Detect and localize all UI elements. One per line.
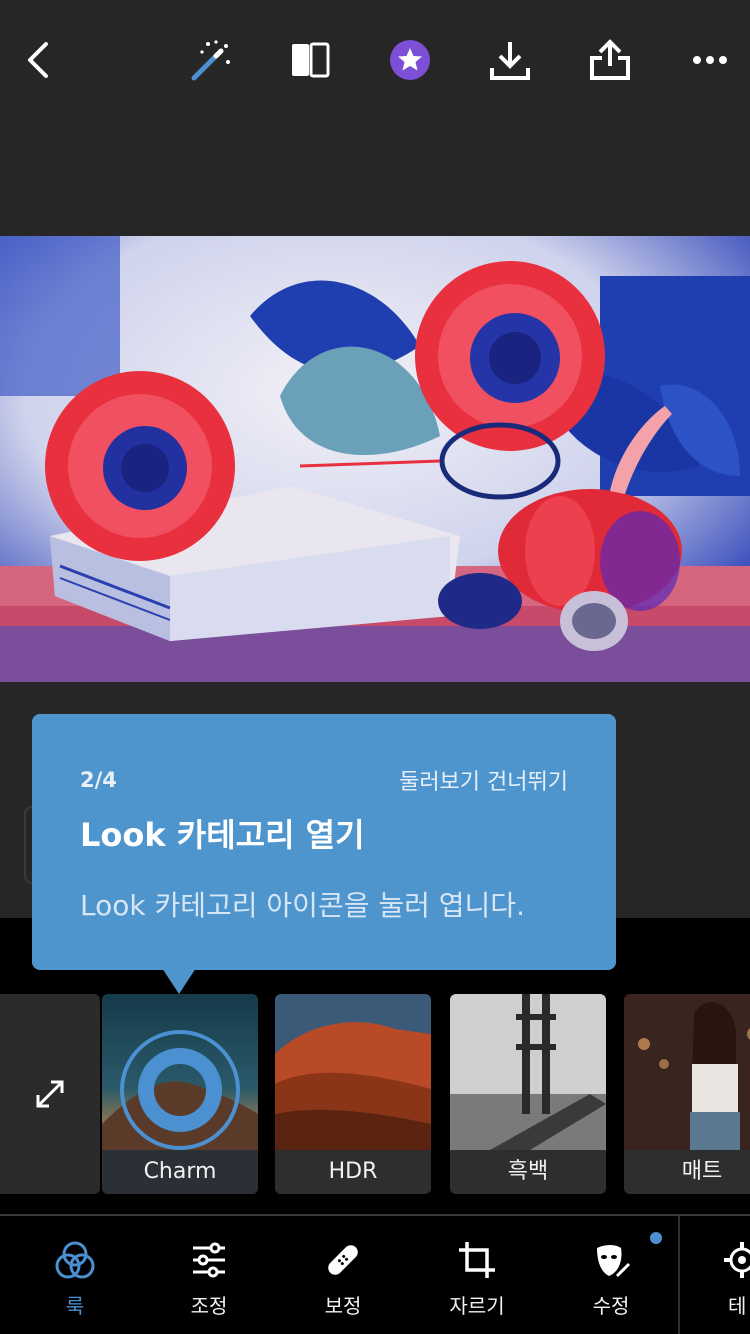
expand-presets-button[interactable] <box>0 994 100 1194</box>
compare-icon <box>292 42 330 78</box>
gear-icon <box>724 1242 750 1278</box>
preset-charm[interactable]: Charm <box>102 994 258 1194</box>
more-button[interactable] <box>680 30 740 90</box>
preset-label: 매트 <box>624 1150 750 1194</box>
auto-enhance-button[interactable] <box>180 30 240 90</box>
looks-icon <box>55 1241 95 1279</box>
preset-thumbnail <box>275 994 431 1150</box>
back-button[interactable] <box>10 30 70 90</box>
tooltip-arrow <box>162 968 196 994</box>
magic-wand-icon <box>191 40 230 81</box>
tooltip-step: 2/4 <box>80 768 117 792</box>
nav-retouch[interactable]: 수정 <box>556 1216 666 1334</box>
tooltip-description: Look 카테고리 아이콘을 눌러 엽니다. <box>80 889 525 922</box>
preset-thumbnail <box>102 994 258 1150</box>
nav-looks[interactable]: 룩 <box>20 1216 130 1334</box>
download-icon <box>490 42 530 80</box>
nav-label: 자르기 <box>449 1294 505 1318</box>
nav-label: 룩 <box>65 1294 85 1318</box>
premium-button[interactable] <box>380 30 440 90</box>
nav-separator <box>678 1216 680 1334</box>
crop-icon <box>459 1242 495 1278</box>
expand-icon <box>36 1080 64 1108</box>
back-icon <box>28 42 48 78</box>
nav-label: 보정 <box>324 1294 362 1318</box>
top-toolbar <box>0 0 750 120</box>
preset-thumbnail <box>624 994 750 1150</box>
preset-bw[interactable]: 흑백 <box>450 994 606 1194</box>
preset-label: HDR <box>275 1150 431 1194</box>
new-badge-dot <box>650 1232 662 1244</box>
download-button[interactable] <box>480 30 540 90</box>
skip-tour-link[interactable]: 둘러보기 건너뛰기 <box>399 764 568 796</box>
preset-hdr[interactable]: HDR <box>275 994 431 1194</box>
premium-star-icon <box>390 40 430 80</box>
nav-label: 테 <box>728 1294 747 1318</box>
retouch-mask-icon <box>597 1245 631 1278</box>
nav-label: 조정 <box>190 1294 228 1318</box>
preset-matte[interactable]: 매트 <box>624 994 750 1194</box>
tooltip-title: Look 카테고리 열기 <box>80 816 365 854</box>
compare-button[interactable] <box>280 30 340 90</box>
bottom-nav: 룩 조정 보정 자르기 수정 테 <box>0 1216 750 1334</box>
edited-photo <box>0 236 750 682</box>
nav-crop[interactable]: 자르기 <box>422 1216 532 1334</box>
nav-adjust[interactable]: 조정 <box>154 1216 264 1334</box>
preset-label: 흑백 <box>450 1150 606 1194</box>
nav-heal[interactable]: 보정 <box>288 1216 398 1334</box>
nav-label: 수정 <box>592 1294 630 1318</box>
preset-label: Charm <box>102 1150 258 1194</box>
onboarding-tooltip: 2/4 둘러보기 건너뛰기 Look 카테고리 열기 Look 카테고리 아이콘… <box>32 714 616 970</box>
photo-canvas[interactable] <box>0 236 750 682</box>
share-button[interactable] <box>580 30 640 90</box>
share-icon <box>590 39 630 80</box>
preset-thumbnail <box>450 994 606 1150</box>
sliders-icon <box>193 1242 225 1278</box>
nav-theme[interactable]: 테 <box>690 1216 750 1334</box>
bandage-icon <box>328 1245 358 1275</box>
more-icon <box>693 56 727 64</box>
